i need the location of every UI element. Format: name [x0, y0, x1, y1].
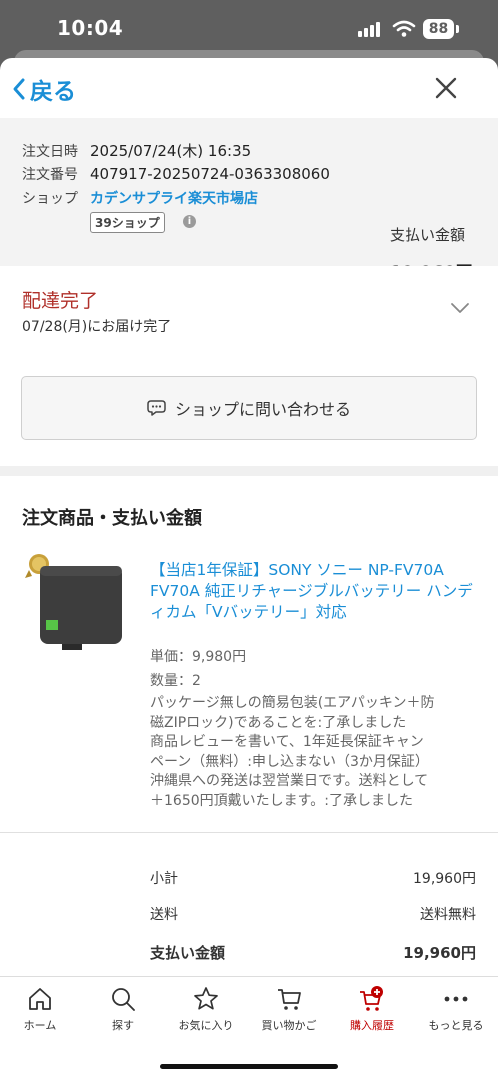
info-icon[interactable]: i	[183, 215, 196, 228]
search-icon	[112, 988, 135, 1011]
total-label: 支払い金額	[150, 944, 226, 962]
order-info-panel: 注文日時 2025/07/24(木) 16:35 注文番号 407917-20250…	[0, 118, 498, 283]
subtotal-row: 小計 19,960円	[150, 868, 476, 888]
star-icon	[194, 987, 218, 1010]
back-label: 戻る	[30, 79, 76, 105]
shipping-row: 送料 送料無料	[150, 904, 476, 924]
tab-home[interactable]: ホーム	[0, 985, 80, 1033]
shipping-value: 送料無料	[420, 907, 476, 923]
back-button[interactable]: 戻る	[12, 72, 76, 106]
delivery-date: 07/28(月)にお届け完了	[22, 319, 172, 335]
more-icon	[444, 996, 468, 1002]
product-image[interactable]	[22, 552, 134, 664]
tab-more[interactable]: もっと見る	[416, 985, 496, 1033]
home-indicator	[160, 1064, 338, 1069]
tab-label: もっと見る	[428, 1019, 484, 1032]
shop-row: ショップ カデンサプライ楽天市場店	[22, 188, 258, 208]
tab-search[interactable]: 探す	[83, 985, 163, 1033]
subtotal-label: 小計	[150, 871, 178, 887]
delivery-status: 配達完了	[22, 290, 99, 312]
product-option-line: 磁ZIPロック)であることを:了承しました	[150, 714, 407, 731]
tab-purchase-history[interactable]: 購入履歴	[332, 985, 412, 1033]
tab-label: 購入履歴	[350, 1019, 394, 1032]
order-date-row: 注文日時 2025/07/24(木) 16:35	[22, 140, 251, 161]
total-row: 支払い金額 19,960円	[150, 942, 476, 963]
chevron-left-icon	[13, 78, 25, 100]
order-date-label: 注文日時	[22, 144, 78, 160]
tab-cart[interactable]: 買い物かご	[249, 985, 329, 1033]
chevron-down-icon	[451, 303, 469, 313]
product-option-line: 沖縄県への発送は翌営業日です。送料として	[150, 773, 429, 789]
battery-indicator: 88	[423, 19, 454, 39]
contact-shop-button[interactable]: ショップに問い合わせる	[21, 376, 477, 440]
tab-label: 買い物かご	[261, 1019, 317, 1032]
tab-favorites[interactable]: お気に入り	[166, 985, 246, 1033]
total-value: 19,960円	[403, 944, 476, 962]
section-gap	[0, 466, 498, 476]
battery-tip	[456, 25, 459, 33]
payment-label: 支払い金額	[390, 226, 466, 244]
shipping-label: 送料	[150, 907, 178, 923]
order-number-row: 注文番号 407917-20250724-0363308060	[22, 164, 330, 184]
shop-link[interactable]: カデンサプライ楽天市場店	[90, 191, 258, 207]
tab-label: お気に入り	[178, 1019, 234, 1032]
product-option-line: パッケージ無しの簡易包装(エアパッキン＋防	[150, 695, 435, 711]
chat-icon	[147, 400, 166, 416]
contact-label: ショップに問い合わせる	[174, 400, 351, 419]
shop-label: ショップ	[22, 191, 78, 207]
subtotal-value: 19,960円	[413, 871, 476, 887]
delivery-status-row[interactable]: 配達完了 07/28(月)にお届け完了	[0, 266, 498, 356]
shop-badge: 39ショップ	[90, 212, 165, 233]
order-date-value: 2025/07/24(木) 16:35	[90, 142, 252, 160]
purchase-history-icon	[360, 986, 383, 1011]
order-number-value: 407917-20250724-0363308060	[90, 165, 330, 183]
tab-label: 探す	[112, 1019, 134, 1032]
product-options: パッケージ無しの簡易包装(エアパッキン＋防 磁ZIPロック)であることを:了承し…	[150, 694, 480, 811]
home-icon	[29, 988, 51, 1010]
order-detail-sheet: 戻る 注文日時 2025/07/24(木) 16:35 注文番号 407917-20…	[0, 58, 498, 1080]
product-option-line: ＋1650円頂戴いたします。:了承しました	[150, 792, 413, 809]
product-title-link[interactable]: 【当店1年保証】SONY ソニー NP-FV70A FV70A 純正リチャージブ…	[150, 560, 476, 623]
close-icon[interactable]	[430, 72, 462, 104]
order-number-label: 注文番号	[22, 167, 78, 183]
tab-label: ホーム	[23, 1019, 57, 1032]
wifi-icon	[392, 20, 416, 37]
product-quantity: 数量：2	[150, 673, 201, 689]
product-unit-price: 単価：9,980円	[150, 649, 247, 665]
divider	[0, 832, 498, 833]
nav-bar: 戻る	[0, 58, 498, 118]
contact-section: ショップに問い合わせる	[0, 356, 498, 466]
cart-icon	[278, 989, 301, 1010]
section-title: 注文商品・支払い金額	[22, 508, 202, 529]
signal-icon	[358, 21, 384, 37]
product-option-line: 商品レビューを書いて、1年延長保証キャン	[150, 734, 424, 750]
product-option-line: ペーン（無料）:申し込まない（3か月保証）	[150, 753, 429, 770]
status-time: 10:04	[57, 16, 124, 40]
